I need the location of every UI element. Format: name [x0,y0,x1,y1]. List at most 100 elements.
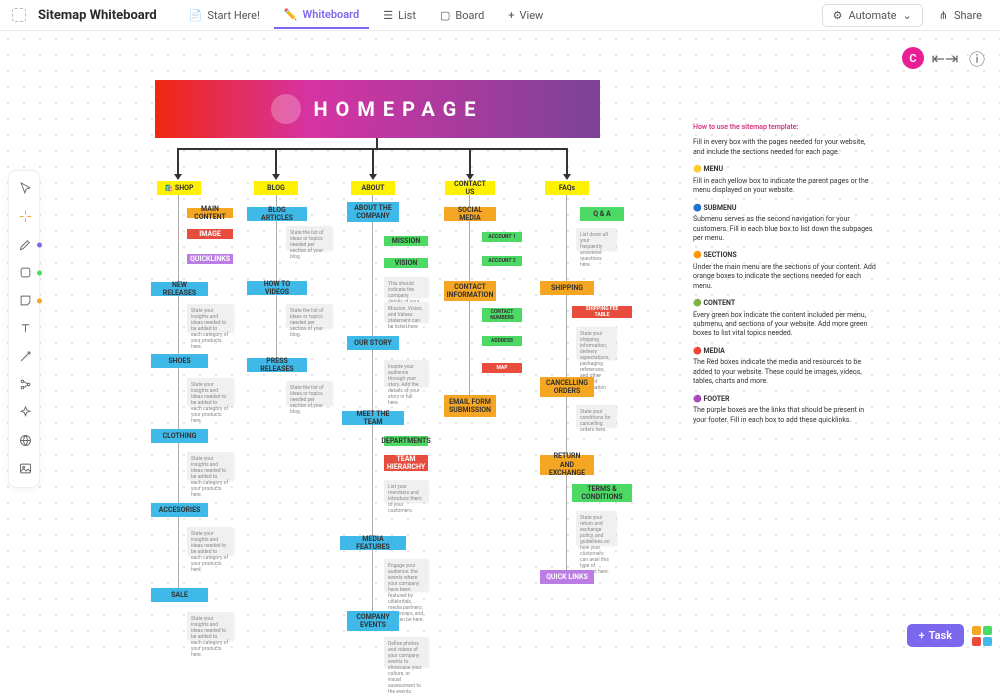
note[interactable]: State the list of ideas or topics needed… [286,381,332,405]
info-media-head: 🔴 MEDIA [693,347,878,356]
plus-icon: + [919,629,925,642]
connector [178,195,179,595]
submenu-accessories[interactable]: ACCESORIES [151,503,208,517]
section-return-exchange[interactable]: RETURN AND EXCHANGE [540,455,594,475]
content-departments[interactable]: DEPARTMENTS [384,436,428,446]
section-main-content[interactable]: MAIN CONTENT [187,208,233,218]
note[interactable]: List your members and introduce them to … [384,480,428,502]
submenu-clothing[interactable]: CLOTHING [151,429,208,443]
generate-tool[interactable] [9,203,41,231]
text-tool[interactable] [9,315,41,343]
submenu-how-to-videos[interactable]: HOW TO VIDEOS [247,281,307,295]
section-contact-info[interactable]: CONTACT INFORMATION [444,281,496,301]
homepage-banner[interactable]: HOMEPAGE [155,80,600,138]
content-address[interactable]: ADDRESS [482,336,522,346]
left-toolbar [8,170,40,488]
apps-button[interactable] [972,626,992,646]
bolt-icon: ⚙ [833,9,843,22]
note[interactable]: State the list of ideas or topics needed… [286,304,332,328]
content-vision[interactable]: VISION [384,258,428,268]
note[interactable]: State your insights and ideas needed to … [187,378,233,406]
info-panel: How to use the sitemap template: Fill in… [693,123,878,433]
info-icon[interactable]: ⓘ [966,47,988,69]
media-image[interactable]: IMAGE [187,229,233,239]
media-shipping-table[interactable]: SHIPPING FEE TABLE [572,306,632,318]
submenu-press-releases[interactable]: PRESS RELEASES [247,358,307,372]
tab-list[interactable]: ☰List [373,2,426,29]
media-map[interactable]: MAP [482,363,522,373]
info-menu-text: Fill in each yellow box to indicate the … [693,177,878,196]
info-content-text: Every green box indicate the content inc… [693,311,878,339]
whiteboard-icon: ✏️ [284,8,298,21]
shape-tool[interactable] [9,259,41,287]
task-button[interactable]: +Task [907,624,964,647]
tab-add-view[interactable]: +View [498,2,553,29]
automate-button[interactable]: ⚙Automate⌄ [822,4,923,27]
content-mission[interactable]: MISSION [384,236,428,246]
note[interactable]: State your shipping information, deliver… [576,327,616,359]
content-terms[interactable]: TERMS & CONDITIONS [572,484,632,502]
info-intro: Fill in every box with the pages needed … [693,138,878,157]
pen-tool[interactable] [9,231,41,259]
menu-contact[interactable]: CONTACT US [445,181,495,195]
section-email-form[interactable]: EMAIL FORM SUBMISSION [444,395,496,417]
fit-icon[interactable]: ⇤⇥ [934,47,956,69]
page-title: Sitemap Whiteboard [38,8,157,23]
arrow-icon [174,174,182,180]
note[interactable]: Mission, Vision, and Values statement ca… [384,302,428,322]
submenu-our-story[interactable]: OUR STORY [347,336,399,350]
note[interactable]: State the list of ideas or topics needed… [286,226,332,250]
menu-about[interactable]: ABOUT [351,181,395,195]
user-avatar[interactable]: C [902,47,924,69]
submenu-new-releases[interactable]: NEW RELEASES [151,282,208,296]
image-tool[interactable] [9,455,41,483]
note[interactable]: State your insights and ideas needed to … [187,612,233,640]
submenu-blog-articles[interactable]: BLOG ARTICLES [247,207,307,221]
info-submenu-head: 🔵 SUBMENU [693,204,878,213]
note[interactable]: Define photos and videos of your company… [384,637,428,667]
note[interactable]: This should indicate the company details… [384,277,428,297]
section-cancelling[interactable]: CANCELLING ORDERS [540,377,594,397]
content-qa[interactable]: Q & A [580,207,624,221]
submenu-company-events[interactable]: COMPANY EVENTS [347,611,399,631]
submenu-meet-team[interactable]: MEET THE TEAM [342,411,404,425]
menu-shop[interactable]: 🛍️ SHOP [157,181,201,195]
cursor-tool[interactable] [9,175,41,203]
ai-tool[interactable] [9,399,41,427]
note[interactable]: Engage your audience: the events where y… [384,559,428,591]
note[interactable]: Inspire your audience through your story… [384,360,428,386]
note[interactable]: List down all your frequently answered q… [576,228,616,250]
menu-blog[interactable]: BLOG [254,181,298,195]
connector-tool[interactable] [9,343,41,371]
info-menu-head: 🟡 MENU [693,165,878,174]
note[interactable]: State your insights and ideas needed to … [187,452,233,480]
submenu-sale[interactable]: SALE [151,588,208,602]
web-tool[interactable] [9,427,41,455]
sticky-note-tool[interactable] [9,287,41,315]
tab-whiteboard[interactable]: ✏️Whiteboard [274,2,369,29]
tab-start-here[interactable]: 📄Start Here! [179,2,270,29]
note[interactable]: State your return and exchange policy, a… [576,511,616,545]
content-account2[interactable]: ACCOUNT 2 [482,256,522,266]
connector [177,148,179,175]
note[interactable]: State your insights and ideas needed to … [187,527,233,555]
footer-quick-links[interactable]: QUICK LINKS [540,570,594,584]
tab-board[interactable]: ▢Board [430,2,494,29]
note[interactable]: State your insights and ideas needed to … [187,304,233,332]
submenu-shoes[interactable]: SHOES [151,354,208,368]
relationship-tool[interactable] [9,371,41,399]
whiteboard-canvas[interactable]: C ⇤⇥ ⓘ HOMEPAGE 🛍️ SHOP BLOG ABOUT CONTA… [0,31,1000,657]
canvas-controls: C ⇤⇥ ⓘ [902,47,988,69]
section-social-media[interactable]: SOCIAL MEDIA [444,207,496,221]
menu-faqs[interactable]: FAQs [545,181,589,195]
submenu-about-company[interactable]: ABOUT THE COMPANY [347,202,399,222]
connector [372,195,373,620]
content-account1[interactable]: ACCOUNT 1 [482,232,522,242]
submenu-media-features[interactable]: MEDIA FEATURES [340,536,406,550]
media-team-hierarchy[interactable]: TEAM HIERARCHY [384,455,428,471]
section-shipping[interactable]: SHIPPING [540,281,594,295]
note[interactable]: State your conditions for cancelling ord… [576,405,616,427]
footer-quicklinks[interactable]: QUICKLINKS [187,254,233,264]
share-button[interactable]: ⋔Share [933,5,988,26]
content-contact-numbers[interactable]: CONTACT NUMBERS [482,308,522,322]
